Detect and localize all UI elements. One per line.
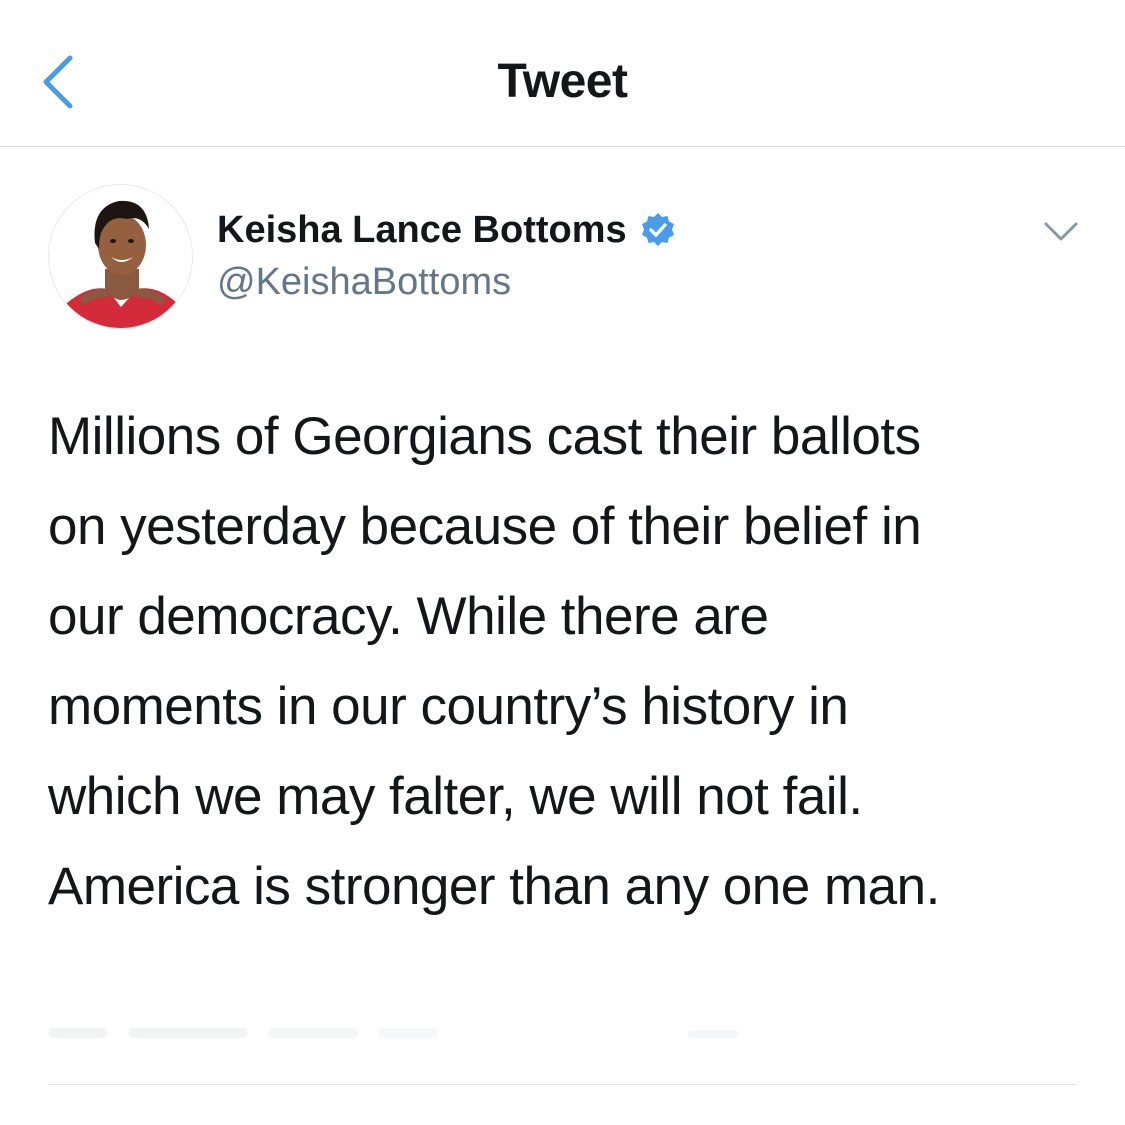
tweet-line: Millions of Georgians cast their ballots <box>48 407 921 466</box>
tweet-line: America is stronger than any one man. <box>48 857 940 916</box>
profile-photo <box>49 185 192 328</box>
tweet-line: which we may falter, we will not fail. <box>48 767 863 826</box>
page-title: Tweet <box>497 55 628 108</box>
divider <box>48 1084 1077 1085</box>
tweet-line: moments in our country’s history in <box>48 677 849 736</box>
display-name-row[interactable]: Keisha Lance Bottoms <box>217 208 677 252</box>
nav-bar: Tweet <box>0 0 1125 147</box>
faded-metadata <box>48 1012 748 1052</box>
chevron-down-icon <box>1044 222 1078 241</box>
avatar[interactable] <box>48 184 193 329</box>
display-name: Keisha Lance Bottoms <box>217 209 627 251</box>
verified-badge-icon <box>639 211 677 249</box>
handle[interactable]: @KeishaBottoms <box>217 260 511 304</box>
tweet-line: on yesterday because of their belief in <box>48 497 922 556</box>
more-options-button[interactable] <box>1036 214 1086 250</box>
tweet-text: Millions of Georgians cast their ballots… <box>48 392 1088 932</box>
tweet-line: our democracy. While there are <box>48 587 769 646</box>
